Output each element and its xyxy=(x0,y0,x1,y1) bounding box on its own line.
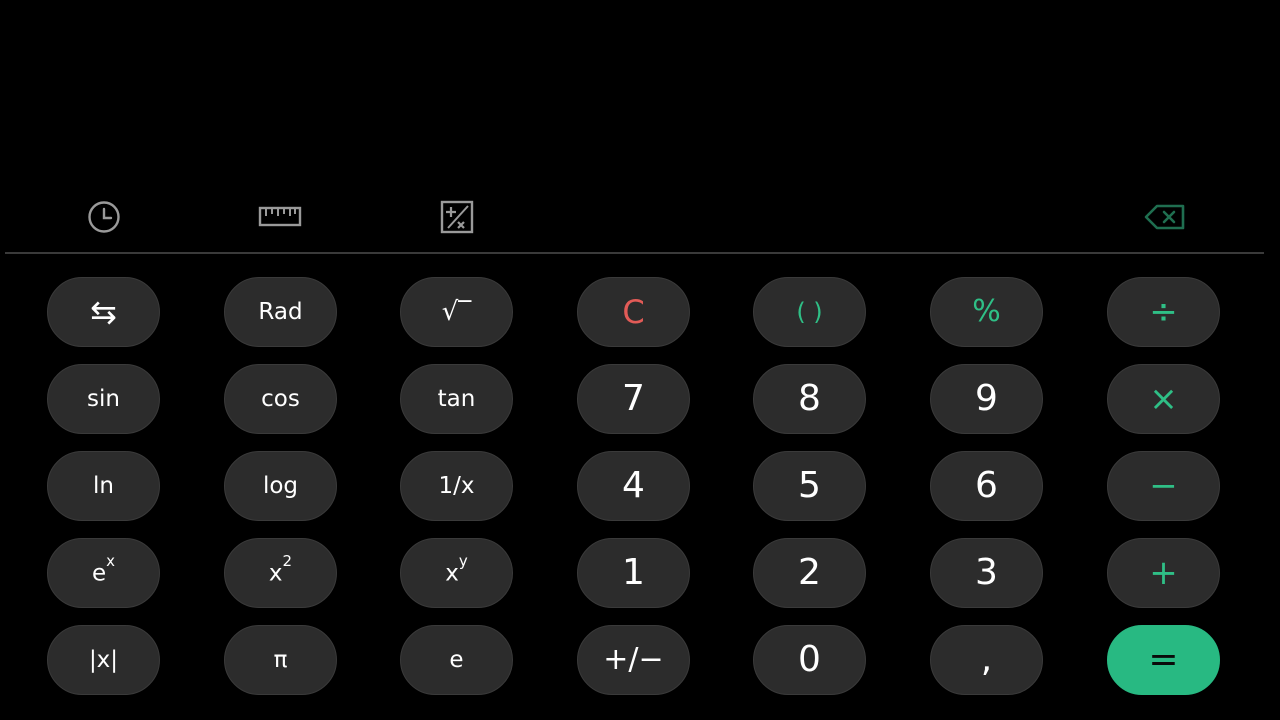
digit-8-label: 8 xyxy=(798,378,821,419)
sqrt-label: √‾ xyxy=(441,297,472,327)
divide-label: ÷ xyxy=(1149,292,1178,332)
sin-label: sin xyxy=(87,385,120,412)
square-button[interactable]: x2 xyxy=(224,538,337,608)
power-button[interactable]: xy xyxy=(400,538,513,608)
multiply-button[interactable]: × xyxy=(1107,364,1220,434)
digit-8-button[interactable]: 8 xyxy=(753,364,866,434)
equals-label: = xyxy=(1148,639,1179,680)
reciprocal-label: 1/x xyxy=(438,472,475,499)
decimal-comma-label: , xyxy=(980,639,993,680)
exp-button[interactable]: ex xyxy=(47,538,160,608)
clear-button[interactable]: C xyxy=(577,277,690,347)
rad-label: Rad xyxy=(258,298,303,325)
minus-button[interactable]: − xyxy=(1107,451,1220,521)
digit-1-button[interactable]: 1 xyxy=(577,538,690,608)
sqrt-button[interactable]: √‾ xyxy=(400,277,513,347)
clear-label: C xyxy=(622,293,645,331)
tan-button[interactable]: tan xyxy=(400,364,513,434)
cos-label: cos xyxy=(261,385,300,412)
digit-3-label: 3 xyxy=(975,552,998,593)
plus-button[interactable]: + xyxy=(1107,538,1220,608)
digit-4-button[interactable]: 4 xyxy=(577,451,690,521)
square-superscript: 2 xyxy=(282,552,293,571)
tan-label: tan xyxy=(437,385,476,412)
divide-button[interactable]: ÷ xyxy=(1107,277,1220,347)
cos-button[interactable]: cos xyxy=(224,364,337,434)
digit-5-label: 5 xyxy=(798,465,821,506)
abs-label: |x| xyxy=(88,646,119,673)
parentheses-button[interactable]: ( ) xyxy=(753,277,866,347)
percent-button[interactable]: % xyxy=(930,277,1043,347)
swap-functions-button[interactable]: ⇆ xyxy=(47,277,160,347)
power-superscript: y xyxy=(458,552,468,571)
multiply-label: × xyxy=(1149,379,1178,419)
euler-button[interactable]: e xyxy=(400,625,513,695)
digit-2-label: 2 xyxy=(798,552,821,593)
digit-5-button[interactable]: 5 xyxy=(753,451,866,521)
digit-3-button[interactable]: 3 xyxy=(930,538,1043,608)
digit-1-label: 1 xyxy=(622,552,645,593)
abs-button[interactable]: |x| xyxy=(47,625,160,695)
exp-superscript: x xyxy=(106,552,116,571)
exp-base: e xyxy=(91,560,107,587)
swap-icon: ⇆ xyxy=(90,293,117,331)
digit-6-button[interactable]: 6 xyxy=(930,451,1043,521)
ln-label: ln xyxy=(93,472,114,499)
log-button[interactable]: log xyxy=(224,451,337,521)
parentheses-label: ( ) xyxy=(796,298,823,326)
keypad: ⇆ Rad √‾ C ( ) % ÷ sin cos tan 7 8 9 × l… xyxy=(0,0,1280,720)
reciprocal-button[interactable]: 1/x xyxy=(400,451,513,521)
power-base: x xyxy=(445,560,459,587)
digit-0-button[interactable]: 0 xyxy=(753,625,866,695)
ln-button[interactable]: ln xyxy=(47,451,160,521)
log-label: log xyxy=(262,472,299,499)
pi-button[interactable]: π xyxy=(224,625,337,695)
sin-button[interactable]: sin xyxy=(47,364,160,434)
plus-label: + xyxy=(1149,553,1178,593)
percent-label: % xyxy=(972,294,1001,329)
digit-9-button[interactable]: 9 xyxy=(930,364,1043,434)
digit-4-label: 4 xyxy=(622,465,645,506)
square-base: x xyxy=(268,560,283,587)
digit-7-label: 7 xyxy=(622,378,645,419)
digit-7-button[interactable]: 7 xyxy=(577,364,690,434)
equals-button[interactable]: = xyxy=(1107,625,1220,695)
negate-label: +/− xyxy=(603,642,664,677)
exp-label: ex xyxy=(91,554,115,587)
digit-0-label: 0 xyxy=(798,639,821,680)
euler-label: e xyxy=(449,646,464,673)
digit-2-button[interactable]: 2 xyxy=(753,538,866,608)
square-label: x2 xyxy=(268,554,292,587)
minus-label: − xyxy=(1149,466,1178,506)
power-label: xy xyxy=(445,554,468,587)
pi-label: π xyxy=(273,646,288,673)
rad-button[interactable]: Rad xyxy=(224,277,337,347)
digit-6-label: 6 xyxy=(975,465,998,506)
digit-9-label: 9 xyxy=(975,378,998,419)
decimal-comma-button[interactable]: , xyxy=(930,625,1043,695)
negate-button[interactable]: +/− xyxy=(577,625,690,695)
